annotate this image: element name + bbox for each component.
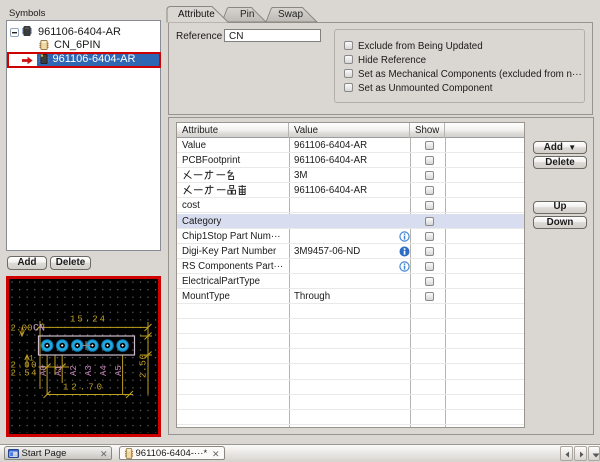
svg-text:1: 1 [29,354,34,363]
svg-text:A1: A1 [54,365,64,376]
svg-text:Swap: Swap [278,9,303,20]
svg-text:15.24: 15.24 [70,314,105,324]
svg-text:2.50: 2.50 [139,354,149,378]
svg-text:A4: A4 [99,365,109,376]
svg-text:Attribute: Attribute [178,9,215,20]
svg-text:2.54: 2.54 [11,368,37,378]
svg-text:A3: A3 [84,365,94,376]
svg-text:A2: A2 [69,365,79,376]
svg-text:Pin: Pin [240,9,254,20]
svg-text:A5: A5 [114,365,124,376]
svg-text:2.00: 2.00 [11,323,33,333]
svg-text:CN: CN [33,323,45,334]
svg-text:A0: A0 [39,365,49,376]
